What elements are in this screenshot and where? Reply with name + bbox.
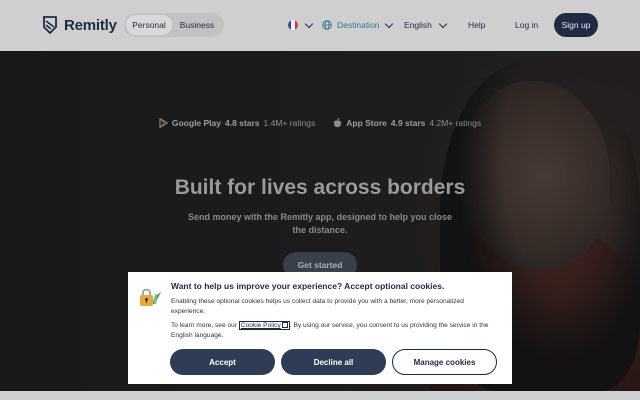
external-link-icon (281, 322, 288, 328)
google-play-count: 1.4M+ ratings (263, 118, 316, 128)
page-bottom-strip (0, 391, 640, 400)
app-store-name: App Store (346, 118, 387, 128)
apple-icon (334, 118, 342, 128)
globe-icon (322, 20, 332, 30)
app-store-count: 4.2M+ ratings (429, 118, 482, 128)
france-flag-icon[interactable] (288, 20, 298, 30)
login-link[interactable]: Log in (515, 20, 538, 30)
cookie-consent-dialog: Want to help us improve your experience?… (128, 272, 512, 384)
app-store-stars: 4.9 stars (390, 118, 426, 128)
account-type-toggle: Personal Business (124, 13, 224, 37)
tab-personal[interactable]: Personal (126, 15, 172, 35)
google-play-stars: 4.8 stars (225, 118, 260, 128)
cookie-policy-link-label[interactable]: Cookie Policy (241, 322, 281, 329)
language-selector[interactable]: English (404, 20, 432, 30)
signup-button[interactable]: Sign up (554, 13, 598, 37)
app-store-rating[interactable]: App Store 4.9 stars 4.2M+ ratings (333, 118, 481, 128)
cookie-policy-prefix: To learn more, see our (171, 322, 237, 329)
hero-headline: Built for lives across borders (174, 176, 466, 199)
top-navigation: Remitly Personal Business Destination En… (0, 0, 640, 51)
help-link[interactable]: Help (468, 20, 485, 30)
chevron-down-icon[interactable] (438, 19, 448, 29)
brand-name: Remitly (64, 16, 117, 34)
google-play-rating[interactable]: Google Play 4.8 stars 1.4M+ ratings (159, 118, 315, 128)
cookie-dialog-title: Want to help us improve your experience?… (171, 281, 445, 291)
chevron-down-icon[interactable] (304, 19, 314, 29)
accept-cookies-button[interactable]: Accept (170, 349, 275, 375)
cookie-lock-icon (140, 288, 161, 306)
hero-subheadline: Send money with the Remitly app, designe… (187, 212, 453, 235)
google-play-store-name: Google Play (171, 118, 221, 128)
tab-business[interactable]: Business (172, 15, 222, 35)
destination-selector[interactable]: Destination (337, 20, 380, 30)
remitly-shield-icon (43, 16, 57, 35)
cookie-policy-link[interactable]: Cookie Policy (238, 321, 290, 330)
remitly-logo[interactable]: Remitly (42, 15, 117, 35)
manage-cookies-button[interactable]: Manage cookies (392, 349, 497, 375)
cookie-policy-note: To learn more, see our Cookie Policy. By… (171, 321, 491, 341)
google-play-icon (159, 118, 168, 128)
decline-all-button[interactable]: Decline all (281, 349, 386, 375)
cookie-description: Enabling these optional cookies helps us… (171, 298, 464, 315)
chevron-down-icon[interactable] (384, 19, 394, 29)
app-ratings: Google Play 4.8 stars 1.4M+ ratings App … (0, 118, 640, 128)
